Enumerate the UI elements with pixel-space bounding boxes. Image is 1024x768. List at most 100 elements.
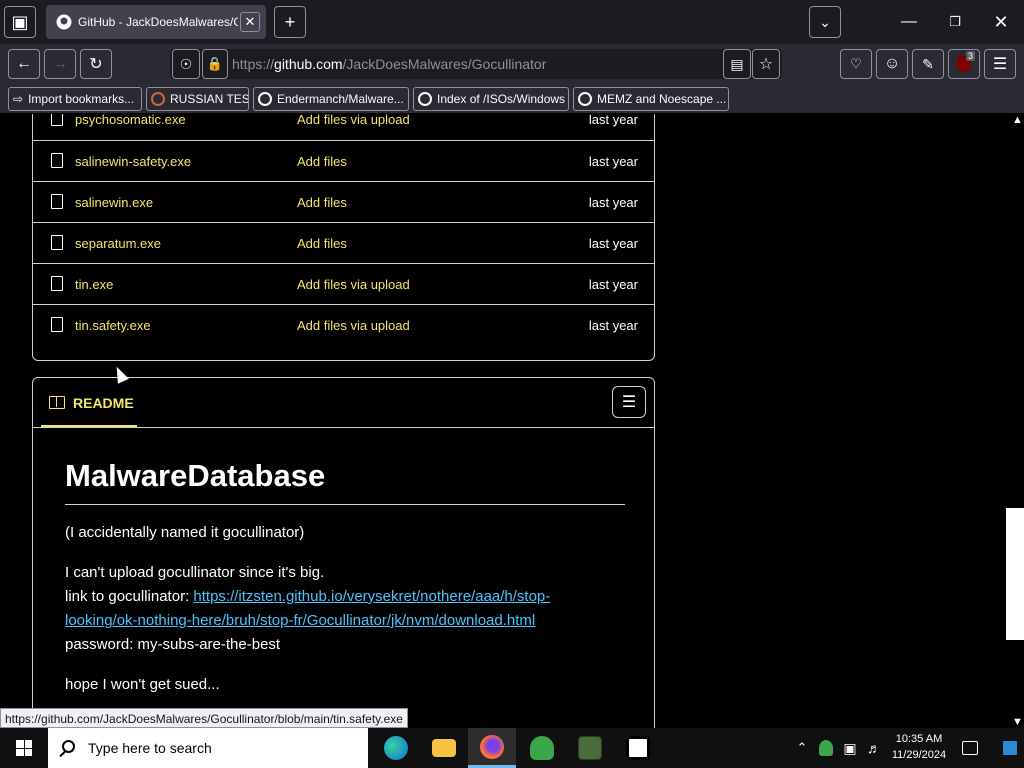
lock-icon: 🔒 (206, 56, 224, 71)
commit-date: last year (588, 154, 638, 169)
file-name-link[interactable]: salinewin.exe (75, 195, 153, 210)
commit-message-link[interactable]: Add files (297, 236, 347, 251)
start-button[interactable] (0, 728, 48, 768)
commit-message-link[interactable]: Add files (297, 195, 347, 210)
file-row[interactable]: salinewin.exe Add files last year (33, 181, 654, 222)
url-text: https://github.com/JackDoesMalwares/Gocu… (232, 56, 547, 72)
bookmarks-toolbar: ⇨ Import bookmarks... RUSSIAN TEST Ender… (0, 84, 1024, 114)
tab-overview-button[interactable]: ▣ (4, 6, 36, 38)
file-row[interactable]: psychosomatic.exe Add files via upload las… (33, 114, 654, 140)
hamburger-icon: ☰ (992, 56, 1008, 73)
file-row[interactable]: separatum.exe Add files last year (33, 222, 654, 263)
tab-github[interactable]: GitHub - JackDoesMalwares/Gocullinator ✕ (46, 5, 266, 39)
restore-button[interactable]: ❐ (932, 0, 978, 44)
readme-divider (33, 427, 654, 428)
bookmark-russian-test[interactable]: RUSSIAN TEST (146, 87, 249, 111)
file-list: psychosomatic.exe Add files via upload las… (32, 114, 655, 361)
taskbar-firefox[interactable] (468, 728, 516, 768)
site-info-button[interactable]: 🔒 (202, 49, 228, 79)
taskbar: Type here to search ⌃ ▣ ♬ 10:35 AM 11/29… (0, 728, 1024, 768)
pocket-icon: ♡ (850, 56, 862, 71)
readme-tab[interactable]: README (41, 378, 137, 427)
tracking-protection-button[interactable]: ☉ (172, 49, 200, 79)
google-icon (258, 92, 272, 106)
bookmark-star-button[interactable]: ☆ (752, 49, 780, 79)
menu-button[interactable]: ☰ (984, 49, 1016, 79)
show-desktop-button[interactable] (996, 728, 1024, 768)
ublock-button[interactable]: 3 (948, 49, 980, 79)
readme-body: MalwareDatabase (I accidentally named it… (65, 458, 625, 697)
bookmark-endermanch[interactable]: Endermanch/Malware... (253, 87, 409, 111)
7zip-icon (626, 736, 650, 760)
account-icon: ☺ (883, 55, 901, 72)
commit-date: last year (588, 277, 638, 292)
taskbar-edge[interactable] (372, 728, 420, 768)
shield-icon: ☉ (179, 55, 193, 72)
bookmark-isos[interactable]: Index of /ISOs/Windows (413, 87, 569, 111)
reader-view-button[interactable]: ▤ (723, 49, 751, 79)
windows-icon (16, 740, 32, 756)
taskbar-7zip[interactable] (614, 728, 662, 768)
tray-people[interactable] (814, 728, 838, 768)
file-name-link[interactable]: tin.exe (75, 277, 113, 292)
readme-paragraph: (I accidentally named it gocullinator) (65, 524, 305, 541)
new-tab-button[interactable]: + (274, 6, 306, 38)
tray-overflow-button[interactable]: ⌃ (790, 728, 814, 768)
minimize-button[interactable]: — (886, 0, 932, 44)
tab-close-button[interactable]: ✕ (240, 12, 260, 32)
file-name-link[interactable]: salinewin-safety.exe (75, 154, 191, 169)
file-row[interactable]: tin.safety.exe Add files via upload last y… (33, 304, 654, 345)
back-button[interactable]: ← (8, 49, 40, 79)
firefox-icon (480, 734, 504, 759)
file-row[interactable]: salinewin-safety.exe Add files last year (33, 140, 654, 181)
star-icon: ☆ (758, 56, 774, 73)
outline-button[interactable]: ☰ (612, 386, 646, 418)
file-icon (51, 114, 63, 126)
commit-message-link[interactable]: Add files via upload (297, 114, 410, 127)
close-window-button[interactable]: ✕ (978, 0, 1024, 44)
readme-paragraph: I can't upload gocullinator since it's b… (65, 564, 551, 653)
taskbar-clock[interactable]: 10:35 AM 11/29/2024 (888, 731, 950, 763)
taskbar-file-explorer[interactable] (420, 728, 468, 768)
close-icon: ✕ (244, 14, 256, 29)
taskbar-search[interactable]: Type here to search (48, 728, 368, 768)
search-icon (62, 740, 75, 753)
commit-message-link[interactable]: Add files via upload (297, 277, 410, 292)
tab-strip: ▣ GitHub - JackDoesMalwares/Gocullinator… (0, 0, 1024, 44)
github-icon (56, 14, 72, 30)
clock-time: 10:35 AM (895, 733, 943, 745)
extensions-button[interactable]: ✎ (912, 49, 944, 79)
tray-network[interactable]: ▣ (838, 728, 862, 768)
bookmark-memz[interactable]: MEMZ and Noescape ... (573, 87, 729, 111)
commit-message-link[interactable]: Add files (297, 154, 347, 169)
pocket-button[interactable]: ♡ (840, 49, 872, 79)
network-icon: ▣ (843, 739, 857, 756)
taskbar-app-people[interactable] (518, 728, 566, 768)
readme-panel: README ☰ MalwareDatabase (I accidentally… (32, 377, 655, 728)
import-icon: ⇨ (13, 92, 24, 106)
file-row[interactable]: tin.exe Add files via upload last year (33, 263, 654, 304)
taskbar-app-box[interactable] (566, 728, 614, 768)
scrollbar-thumb[interactable] (1006, 508, 1024, 640)
file-icon (51, 194, 63, 209)
file-name-link[interactable]: psychosomatic.exe (75, 114, 186, 127)
commit-date: last year (588, 318, 638, 333)
commit-message-link[interactable]: Add files via upload (297, 318, 410, 333)
clock-date: 11/29/2024 (891, 749, 947, 761)
tray-volume[interactable]: ♬ (862, 728, 886, 768)
file-name-link[interactable]: tin.safety.exe (75, 318, 151, 333)
navigation-toolbar: ← → ↻ ☉ 🔒 https://github.com/JackDoesMal… (0, 44, 1024, 84)
account-button[interactable]: ☺ (876, 49, 908, 79)
file-name-link[interactable]: separatum.exe (75, 236, 161, 251)
notifications-button[interactable] (954, 728, 986, 768)
list-tabs-button[interactable]: ⌄ (809, 6, 841, 38)
search-placeholder: Type here to search (88, 740, 212, 756)
extension-badge: 3 (965, 51, 975, 61)
file-icon (51, 235, 63, 250)
scroll-up-icon: ▲ (1012, 114, 1023, 126)
url-bar[interactable]: ☉ 🔒 https://github.com/JackDoesMalwares/… (170, 49, 782, 79)
forward-button[interactable]: → (44, 49, 76, 79)
reload-button[interactable]: ↻ (80, 49, 112, 79)
volume-icon: ♬ (867, 740, 881, 756)
bookmark-import[interactable]: ⇨ Import bookmarks... (8, 87, 142, 111)
